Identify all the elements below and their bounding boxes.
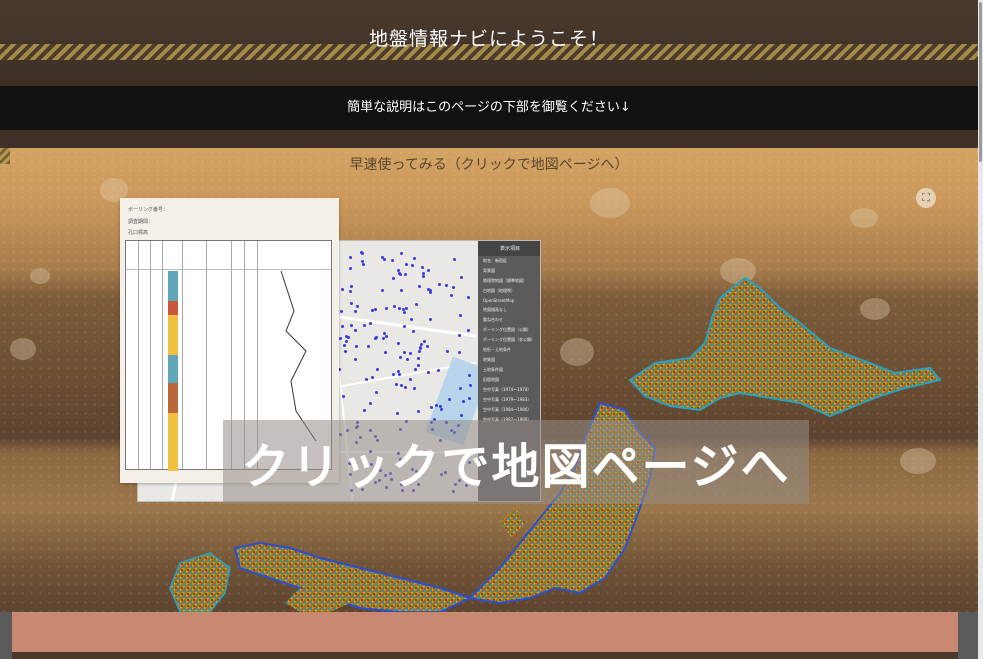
borehole-marker [349,301,353,305]
layer-item[interactable]: 地理院地図（標準地図） [478,276,540,286]
borehole-marker [354,357,358,361]
layer-item[interactable]: ボーリング位置図（非公開） [478,335,540,345]
borehole-marker [466,328,470,332]
page-title: 地盤情報ナビにようこそ！ [368,28,609,50]
layer-panel-title: 表示項目 [478,241,540,256]
borehole-marker [354,344,358,348]
borehole-marker [459,276,463,280]
borehole-marker [390,258,394,262]
borehole-marker [361,263,365,267]
borehole-marker [373,307,377,311]
borehole-marker [450,293,454,297]
layer-panel-subtitle: 地名：新宿区 [483,258,507,263]
borehole-marker [339,309,343,313]
borehole-marker [360,251,364,255]
borehole-marker [421,274,425,278]
borehole-marker [412,256,416,260]
divider [0,130,978,148]
borehole-marker [349,284,353,288]
borehole-marker [426,344,430,348]
borehole-marker [375,368,379,372]
borehole-marker [384,306,388,310]
layer-item[interactable]: 地形・土地条件 [478,345,540,355]
bottom-bar [12,652,958,659]
layer-item[interactable]: OpenStreetMap [478,296,540,305]
borehole-marker [399,383,403,387]
borehole-marker [381,336,385,340]
borehole-marker [392,304,396,308]
layer-item[interactable]: 地質図 [478,355,540,365]
borehole-marker [398,306,402,310]
scrollbar-thumb[interactable] [979,2,982,162]
scrollbar[interactable] [978,0,983,659]
layer-item[interactable]: 空中写真（1984〜1986） [478,405,540,415]
borehole-marker [438,404,442,408]
layer-item[interactable]: 地図描画なし [478,305,540,315]
borehole-marker [417,349,421,353]
layer-item[interactable]: 白地図（地理院） [478,286,540,296]
expand-icon: ⛶ [922,191,930,204]
notice-bar: 簡単な説明はこのページの下部を御覧ください↓ [0,86,978,130]
borehole-marker [417,409,421,413]
borehole-marker [394,383,398,387]
boring-log-line: ボーリング番号： [128,207,169,213]
borehole-marker [344,339,348,343]
borehole-marker [417,356,421,360]
borehole-marker [404,385,408,389]
borehole-marker [382,257,386,261]
expand-button[interactable]: ⛶ [916,188,936,208]
content-banner [12,612,958,652]
borehole-marker [452,257,456,261]
bottom-frame-right [958,612,978,659]
layer-item[interactable]: 空中写真（1979〜1983） [478,395,540,405]
borehole-marker [462,399,466,403]
boring-log-line: 孔口標高 [128,230,149,236]
borehole-marker [375,335,379,339]
borehole-marker [457,350,461,354]
borehole-marker [353,309,357,313]
hero-map-link[interactable]: 早速使ってみる（クリックで地図ページへ） 表示項目 地名：新宿区 背景図 地理院… [0,148,978,612]
boring-log-line: 調査期間： [128,219,154,225]
borehole-marker [414,302,418,306]
layer-list: 背景図 地理院地図（標準地図） 白地図（地理院） OpenStreetMap 地図描画な… [478,266,540,425]
borehole-marker [399,251,403,255]
site-header: 地盤情報ナビにようこそ！ [0,0,978,86]
layer-item[interactable]: 旧版地図 [478,375,540,385]
borehole-marker [362,408,366,412]
borehole-marker [436,369,440,373]
borehole-marker [444,283,448,287]
borehole-marker [409,377,413,381]
go-to-map-button[interactable]: クリックで地図ページへ [223,420,809,504]
borehole-marker [397,341,401,345]
page: 地盤情報ナビにようこそ！ 簡単な説明はこのページの下部を御覧ください↓ 早速使っ… [0,0,978,659]
borehole-marker [405,357,409,361]
borehole-marker [417,363,421,367]
borehole-marker [402,350,406,354]
borehole-marker [360,259,364,263]
borehole-marker [369,401,373,405]
layer-item[interactable]: 土地条件図 [478,365,540,375]
borehole-marker [413,367,417,371]
layer-item[interactable]: 重ね合わせ [478,315,540,325]
layer-item[interactable]: 空中写真（1974〜1978） [478,385,540,395]
borehole-marker [365,377,369,381]
borehole-marker [418,345,422,349]
borehole-marker [410,263,414,267]
borehole-marker [457,333,461,337]
layer-item[interactable]: ボーリング位置図（公開） [478,325,540,335]
bottom-frame-left [0,612,12,659]
borehole-marker [383,331,387,335]
layer-item[interactable]: 背景図 [478,266,540,276]
borehole-marker [451,285,455,289]
borehole-marker [397,271,401,275]
